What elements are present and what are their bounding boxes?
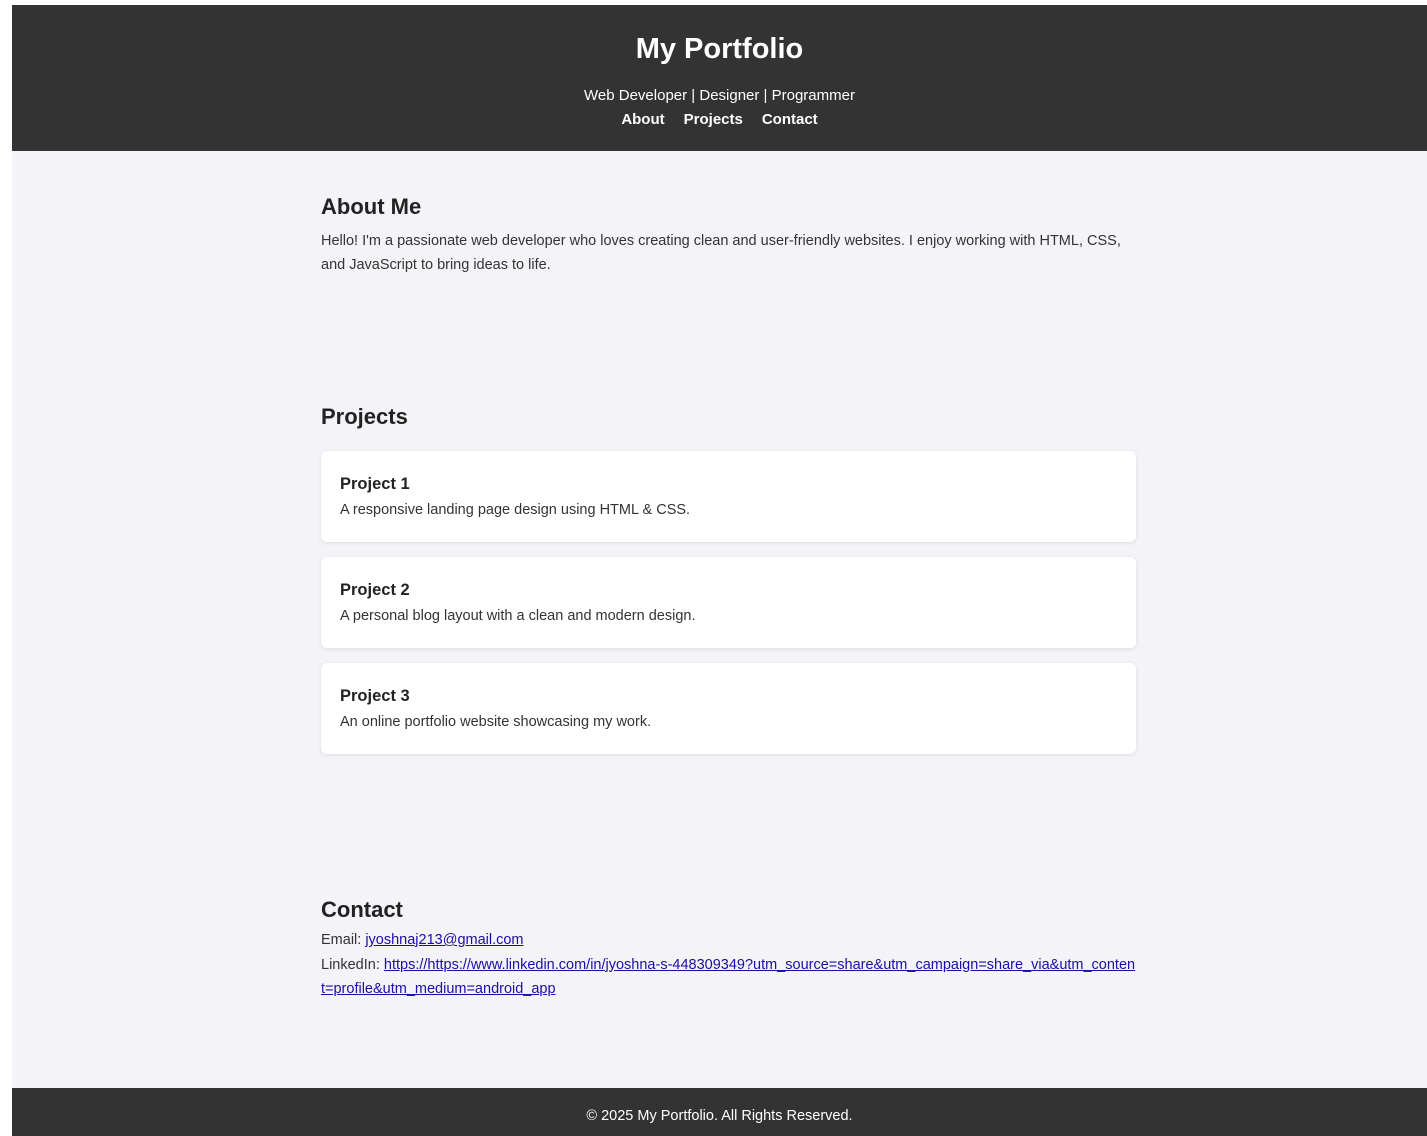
about-section: About Me Hello! I'm a passionate web dev… (321, 193, 1136, 277)
about-heading: About Me (321, 194, 422, 219)
contact-section: Contact Email: jyoshnaj213@gmail.com Lin… (321, 896, 1136, 1002)
project-card: Project 1 A responsive landing page desi… (321, 451, 1136, 542)
projects-heading: Projects (321, 404, 408, 429)
project-name: Project 2 (340, 581, 410, 599)
project-description: A personal blog layout with a clean and … (340, 608, 696, 624)
about-text: Hello! I'm a passionate web developer wh… (321, 233, 1121, 273)
email-link[interactable]: jyoshnaj213@gmail.com (365, 932, 523, 948)
contact-email-line: Email: jyoshnaj213@gmail.com (321, 928, 1136, 953)
site-header: My Portfolio Web Developer | Designer | … (12, 5, 1427, 151)
site-footer: © 2025 My Portfolio. All Rights Reserved… (12, 1088, 1427, 1136)
contact-linkedin-line: LinkedIn: https://https://www.linkedin.c… (321, 953, 1136, 1002)
email-label: Email: (321, 932, 362, 948)
project-description: A responsive landing page design using H… (340, 502, 691, 518)
project-card: Project 2 A personal blog layout with a … (321, 557, 1136, 648)
site-title: My Portfolio (635, 33, 804, 65)
linkedin-link[interactable]: https://https://www.linkedin.com/in/jyos… (321, 957, 1135, 998)
project-name: Project 3 (340, 687, 410, 705)
projects-section: Projects Project 1 A responsive landing … (321, 403, 1136, 769)
project-name: Project 1 (340, 475, 410, 493)
project-description: An online portfolio website showcasing m… (340, 714, 652, 730)
page: My Portfolio Web Developer | Designer | … (12, 5, 1427, 1136)
nav-link-projects[interactable]: Projects (684, 110, 743, 130)
main-nav: About Projects Contact (12, 110, 1427, 130)
project-list: Project 1 A responsive landing page desi… (321, 451, 1136, 754)
nav-link-contact[interactable]: Contact (762, 110, 818, 130)
linkedin-label: LinkedIn: (321, 956, 380, 973)
footer-text: © 2025 My Portfolio. All Rights Reserved… (586, 1108, 853, 1124)
contact-details: Email: jyoshnaj213@gmail.com LinkedIn: h… (321, 928, 1136, 1002)
site-tagline: Web Developer | Designer | Programmer (584, 87, 855, 104)
contact-heading: Contact (321, 897, 403, 922)
project-card: Project 3 An online portfolio website sh… (321, 663, 1136, 754)
nav-link-about[interactable]: About (621, 110, 664, 130)
